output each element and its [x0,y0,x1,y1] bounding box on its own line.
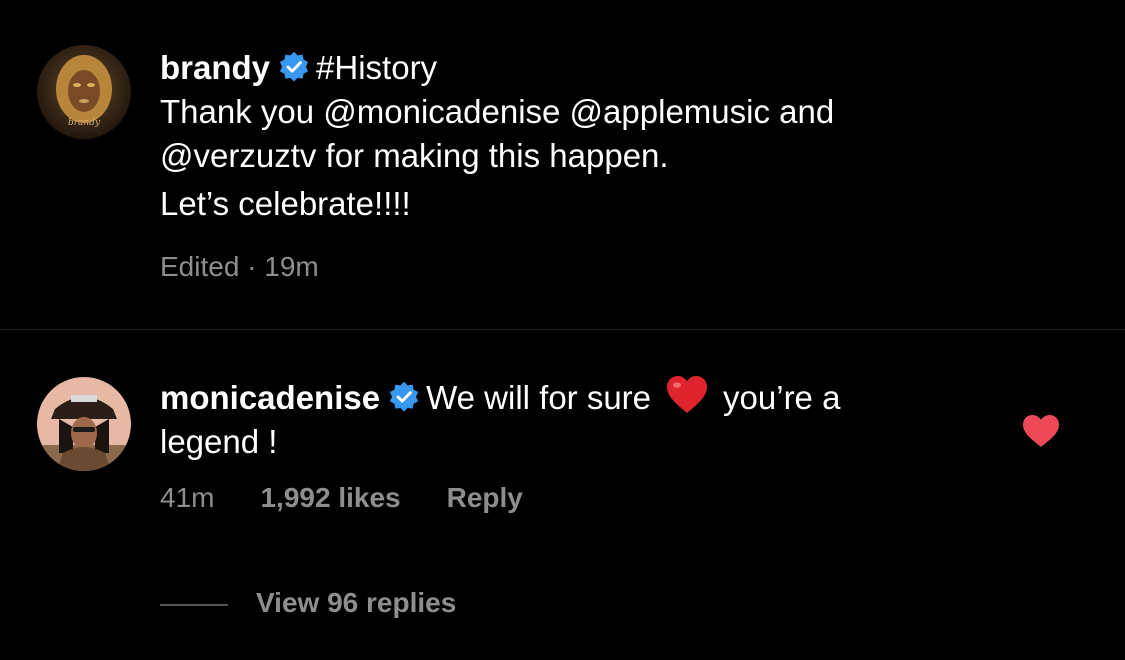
comment-time: 41m [160,482,215,513]
comment-username[interactable]: monicadenise [160,379,380,416]
comment-text-part1: We will for sure [426,379,652,416]
verified-badge-icon [389,381,419,412]
replies-divider-line [160,604,228,606]
heart-emoji [667,376,708,413]
like-heart-icon[interactable] [1022,414,1060,448]
original-post: brandy brandy #History Thank you @monicad… [0,0,1125,330]
reply-button[interactable]: Reply [447,482,523,513]
comment-text-part2: you’re a [723,379,841,416]
comment-likes[interactable]: 1,992 likes [260,482,400,513]
monicadenise-avatar[interactable] [37,377,131,471]
comment-body: monicadenise We will for sure you’re a leg… [160,375,990,464]
brandy-avatar-logo: brandy [68,118,101,128]
view-replies-button[interactable]: View 96 replies [256,587,456,619]
post-caption-line2: @verzuztv for making this happen. [160,137,669,174]
post-hashtag[interactable]: #History [316,49,437,86]
comment-meta: 41m 1,992 likes Reply [160,482,569,514]
post-caption-line1: Thank you @monicadenise @applemusic and [160,93,835,130]
brandy-avatar[interactable]: brandy [37,45,131,139]
post-caption-line3: Let’s celebrate!!!! [160,185,411,222]
post-username[interactable]: brandy [160,49,270,86]
post-meta: Edited · 19m [160,251,319,282]
post-caption: brandy #History Thank you @monicadenise @… [160,46,1020,226]
comment-text-line2: legend ! [160,423,278,460]
verified-badge-icon [279,51,309,82]
section-divider [0,329,1125,330]
